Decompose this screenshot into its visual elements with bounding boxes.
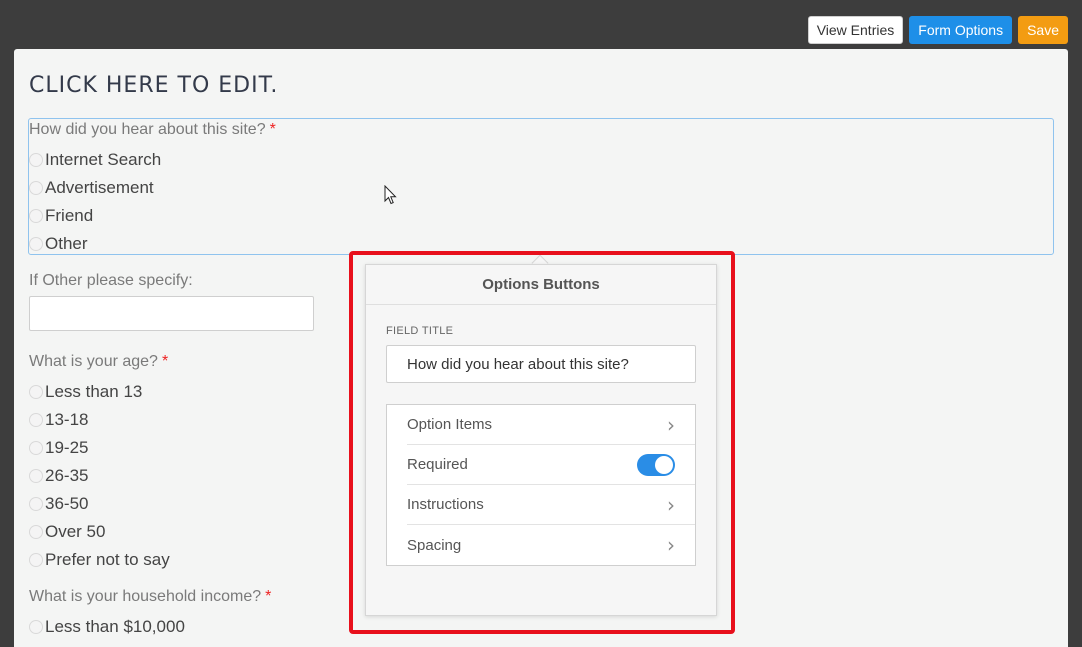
required-marker: *: [161, 353, 169, 370]
option-label: Internet Search: [45, 150, 162, 169]
option-label: Less than $10,000: [45, 617, 185, 636]
option-label: Prefer not to say: [45, 550, 170, 569]
radio-option[interactable]: Advertisement: [29, 178, 154, 198]
radio-option[interactable]: Friend: [29, 206, 93, 226]
radio-option[interactable]: Internet Search: [29, 150, 161, 170]
question-text: What is your age?: [29, 353, 158, 370]
radio-option[interactable]: Prefer not to say: [29, 550, 170, 570]
option-label: Other: [45, 234, 88, 253]
radio-button[interactable]: [29, 441, 43, 455]
radio-button[interactable]: [29, 209, 43, 223]
question-text: What is your household income?: [29, 588, 262, 605]
question-text: How did you hear about this site?: [29, 121, 266, 138]
option-label: 36-50: [45, 494, 89, 513]
option-label: 26-35: [45, 466, 89, 485]
form-title[interactable]: CLICK HERE TO EDIT.: [29, 73, 278, 98]
radio-button[interactable]: [29, 181, 43, 195]
option-label: Friend: [45, 206, 94, 225]
question-label: If Other please specify:: [29, 272, 193, 290]
radio-option[interactable]: 13-18: [29, 410, 88, 430]
question-label: What is your household income? *: [29, 588, 271, 606]
option-label: Less than 13: [45, 382, 143, 401]
radio-button[interactable]: [29, 153, 43, 167]
radio-option[interactable]: Other: [29, 234, 88, 254]
option-label: 19-25: [45, 438, 89, 457]
question-text: If Other please specify:: [29, 272, 193, 289]
option-label: Over 50: [45, 522, 106, 541]
radio-option[interactable]: Less than $10,000: [29, 617, 185, 637]
option-label: Advertisement: [45, 178, 154, 197]
required-marker: *: [265, 588, 272, 605]
radio-button[interactable]: [29, 497, 43, 511]
radio-option[interactable]: Less than 13: [29, 382, 142, 402]
radio-option[interactable]: 26-35: [29, 466, 88, 486]
mouse-pointer-icon: [384, 185, 397, 205]
question-label: How did you hear about this site? *: [29, 121, 276, 139]
radio-button[interactable]: [29, 620, 43, 634]
radio-button[interactable]: [29, 385, 43, 399]
radio-button[interactable]: [29, 553, 43, 567]
top-toolbar: View Entries Form Options Save: [807, 16, 1068, 44]
radio-button[interactable]: [29, 525, 43, 539]
radio-option[interactable]: Over 50: [29, 522, 105, 542]
radio-button[interactable]: [29, 469, 43, 483]
required-marker: *: [269, 121, 276, 138]
radio-option[interactable]: 36-50: [29, 494, 88, 514]
view-entries-button[interactable]: View Entries: [807, 16, 904, 44]
highlight-box: [349, 251, 735, 634]
radio-option[interactable]: 19-25: [29, 438, 88, 458]
form-options-button[interactable]: Form Options: [909, 16, 1013, 44]
radio-button[interactable]: [29, 237, 43, 251]
other-specify-input[interactable]: [29, 296, 314, 331]
option-label: 13-18: [45, 410, 89, 429]
save-button[interactable]: Save: [1018, 16, 1068, 44]
radio-button[interactable]: [29, 413, 43, 427]
question-label: What is your age? *: [29, 353, 168, 371]
